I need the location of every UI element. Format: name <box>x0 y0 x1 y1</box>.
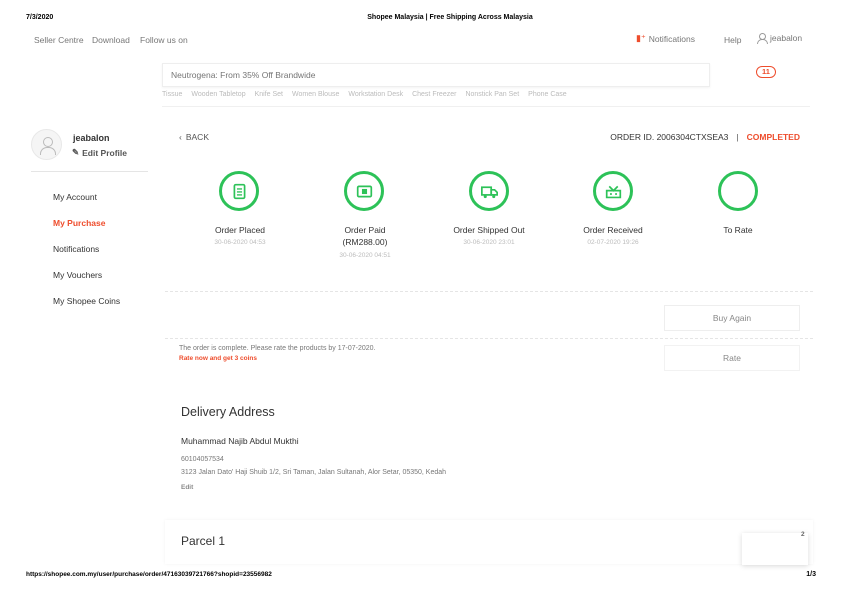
parcel-title: Parcel 1 <box>181 534 226 548</box>
order-id-separator: | <box>736 132 739 142</box>
sidebar-item-my-shopee-coins[interactable]: My Shopee Coins <box>53 296 120 306</box>
suggestion-link[interactable]: Phone Case <box>528 91 567 98</box>
back-label: BACK <box>185 132 209 142</box>
sidebar-item-my-account[interactable]: My Account <box>53 192 97 202</box>
notifications-link[interactable]: ▮⁺ Notifications <box>636 33 695 44</box>
step-label: To Rate <box>723 225 753 235</box>
order-id-header: ORDER ID. 2006304CTXSEA3 | COMPLETED <box>560 132 800 142</box>
header-divider <box>162 106 810 107</box>
suggestion-link[interactable]: Workstation Desk <box>348 91 403 98</box>
user-menu[interactable]: jeabalon <box>757 33 803 44</box>
recipient-name: Muhammad Najib Abdul Mukthi <box>181 436 299 446</box>
step-order-paid <box>344 171 384 211</box>
suggestion-link[interactable]: Nonstick Pan Set <box>465 91 519 98</box>
step-time: 02-07-2020 19:26 <box>587 239 639 246</box>
cart-count-badge[interactable]: 11 <box>756 66 776 78</box>
step-label: Order Shipped Out <box>453 225 525 235</box>
print-title: Shopee Malaysia | Free Shipping Across M… <box>367 14 533 21</box>
search-bar[interactable] <box>162 63 710 87</box>
step-time: 30-06-2020 23:01 <box>463 239 515 246</box>
edit-profile-label: Edit Profile <box>82 147 127 158</box>
truck-icon <box>480 185 498 198</box>
suggestion-link[interactable]: Wooden Tabletop <box>191 91 245 98</box>
floating-widget-badge: 2 <box>801 531 805 538</box>
edit-profile-link[interactable]: ✎ Edit Profile <box>72 147 127 158</box>
suggestion-link[interactable]: Tissue <box>162 91 182 98</box>
recipient-phone: 60104057534 <box>181 456 224 463</box>
suggestion-link[interactable]: Chest Freezer <box>412 91 456 98</box>
sidebar-item-my-purchase[interactable]: My Purchase <box>53 218 105 228</box>
step-label: Order Placed <box>214 225 266 235</box>
follow-us-link[interactable]: Follow us on <box>140 35 188 45</box>
rate-coins-note: Rate now and get 3 coins <box>179 355 258 362</box>
pencil-icon: ✎ <box>72 147 80 157</box>
avatar[interactable] <box>31 129 62 160</box>
print-url: https://shopee.com.my/user/purchase/orde… <box>26 571 272 578</box>
sidebar-item-my-vouchers[interactable]: My Vouchers <box>53 270 102 280</box>
order-id: ORDER ID. 2006304CTXSEA3 <box>610 132 729 142</box>
bell-icon: ▮⁺ <box>636 33 646 43</box>
step-time: 30-06-2020 04:51 <box>339 252 391 259</box>
step-order-received <box>593 171 633 211</box>
print-date: 7/3/2020 <box>26 14 54 21</box>
back-button[interactable]: ‹ BACK <box>179 132 209 142</box>
star-icon <box>730 183 747 200</box>
step-time: 30-06-2020 04:53 <box>214 239 266 246</box>
sidebar-divider <box>31 171 148 172</box>
print-page-number: 1/3 <box>806 571 816 578</box>
order-complete-note: The order is complete. Please rate the p… <box>179 345 376 352</box>
delivery-address-title: Delivery Address <box>181 405 275 419</box>
step-to-rate <box>718 171 758 211</box>
user-icon <box>757 33 768 44</box>
step-order-placed <box>219 171 259 211</box>
parcel-card <box>165 520 813 564</box>
order-status: COMPLETED <box>746 132 800 142</box>
inbox-icon <box>605 185 621 198</box>
rate-button[interactable]: Rate <box>664 345 800 371</box>
step-amount: (RM288.00) <box>342 237 388 247</box>
edit-address-link[interactable]: Edit <box>181 484 193 491</box>
sidebar-username: jeabalon <box>73 133 110 143</box>
search-suggestions: Tissue Wooden Tabletop Knife Set Women B… <box>162 91 567 98</box>
topnav-username: jeabalon <box>770 33 803 43</box>
search-input[interactable] <box>171 70 691 80</box>
step-label: Order Received <box>583 225 643 235</box>
payment-icon <box>356 185 372 197</box>
help-link[interactable]: Help <box>724 35 741 45</box>
chevron-left-icon: ‹ <box>179 132 182 142</box>
recipient-address: 3123 Jalan Dato' Haji Shuib 1/2, Sri Tam… <box>181 469 447 476</box>
section-divider <box>165 291 813 292</box>
receipt-icon <box>233 183 245 199</box>
download-link[interactable]: Download <box>92 35 130 45</box>
seller-centre-link[interactable]: Seller Centre <box>34 35 84 45</box>
sidebar-item-notifications[interactable]: Notifications <box>53 244 99 254</box>
step-order-shipped <box>469 171 509 211</box>
suggestion-link[interactable]: Women Blouse <box>292 91 339 98</box>
floating-chat-widget[interactable] <box>742 533 808 565</box>
suggestion-link[interactable]: Knife Set <box>255 91 283 98</box>
section-divider <box>165 338 813 339</box>
buy-again-button[interactable]: Buy Again <box>664 305 800 331</box>
step-label: Order Paid <box>344 225 386 235</box>
notifications-label: Notifications <box>648 33 696 44</box>
